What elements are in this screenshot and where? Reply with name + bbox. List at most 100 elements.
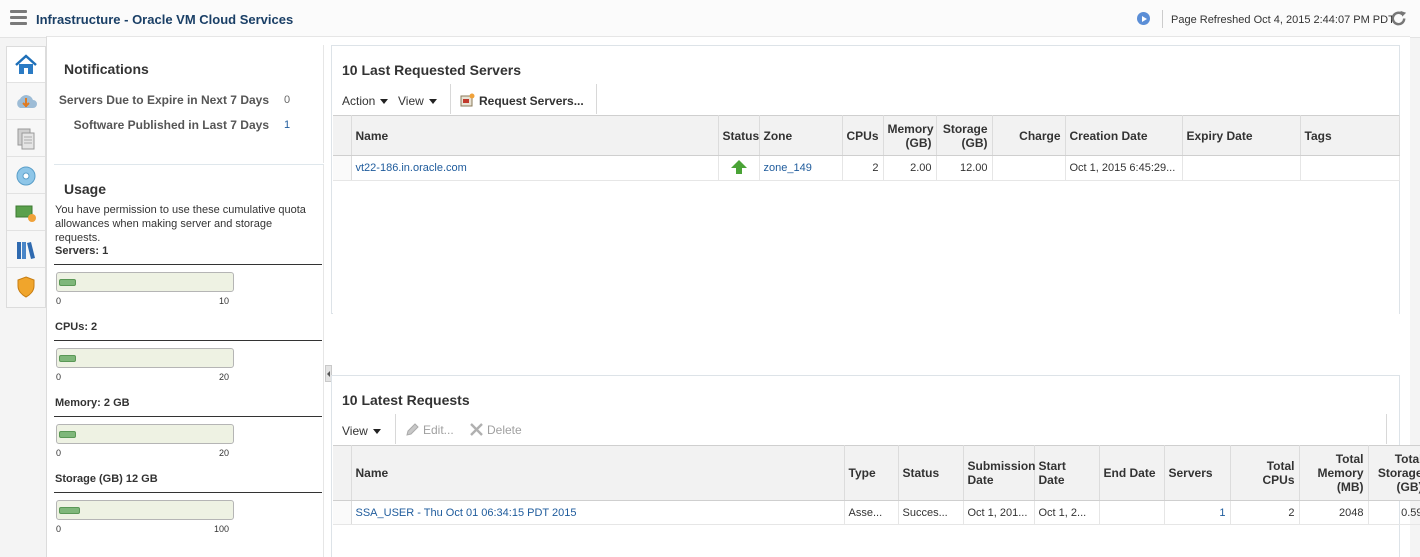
row-selector-header <box>333 115 352 156</box>
refresh-timestamp: Page Refreshed Oct 4, 2015 2:44:07 PM PD… <box>1171 14 1395 26</box>
row-selector-header <box>333 445 352 501</box>
charge-cell <box>992 155 1066 181</box>
delete-label: Delete <box>487 423 522 437</box>
column-header-total-memory[interactable]: Total Memory (MB) <box>1299 445 1369 501</box>
column-header-submission-date[interactable]: Submission Date <box>963 445 1036 501</box>
usage-panel: Usage You have permission to use these c… <box>54 164 324 557</box>
column-header-end-date[interactable]: End Date <box>1099 445 1165 501</box>
column-header-total-cpus[interactable]: Total CPUs <box>1230 445 1300 501</box>
column-header-name[interactable]: Name <box>351 445 845 501</box>
view-menu-label: View <box>342 424 368 438</box>
zone-link[interactable]: zone_149 <box>759 155 843 181</box>
expiry-date-cell <box>1182 155 1301 181</box>
home-icon[interactable] <box>7 47 45 83</box>
status-cell: Succes... <box>898 500 964 525</box>
request-servers-button[interactable]: Request Servers... <box>460 93 584 108</box>
view-menu-label: View <box>398 94 424 108</box>
play-icon[interactable] <box>1137 12 1150 25</box>
pencil-icon <box>406 423 419 436</box>
table-row[interactable]: SSA_USER - Thu Oct 01 06:34:15 PDT 2015 … <box>333 500 1420 525</box>
documents-icon[interactable] <box>7 121 45 157</box>
toolbar-divider <box>1386 414 1387 444</box>
action-menu[interactable]: Action <box>342 94 389 108</box>
usage-meter-max: 100 <box>213 524 229 534</box>
column-header-expiry-date[interactable]: Expiry Date <box>1182 115 1301 156</box>
total-storage-cell: 0.59 <box>1368 500 1420 525</box>
row-selector[interactable] <box>333 155 352 181</box>
column-header-cpus[interactable]: CPUs <box>842 115 884 156</box>
column-header-status[interactable]: Status <box>718 115 760 156</box>
servers-count-link[interactable]: 1 <box>1164 500 1231 525</box>
memory-cell: 2.00 <box>883 155 937 181</box>
edit-label: Edit... <box>423 423 454 437</box>
usage-meter-label: Storage (GB) 12 GB <box>55 473 158 485</box>
request-servers-icon <box>460 93 475 107</box>
server-name-link[interactable]: vt22-186.in.oracle.com <box>351 155 719 181</box>
usage-meter-label: Servers: 1 <box>55 245 109 257</box>
usage-description: You have permission to use these cumulat… <box>55 204 306 244</box>
view-menu[interactable]: View <box>398 94 437 108</box>
usage-meter-bar <box>56 272 234 292</box>
notifications-title: Notifications <box>64 61 149 77</box>
tags-cell <box>1300 155 1400 181</box>
refresh-icon[interactable] <box>1389 9 1408 28</box>
cloud-upload-icon[interactable] <box>7 84 45 120</box>
view-menu[interactable]: View <box>342 424 381 438</box>
start-date-cell: Oct 1, 2... <box>1034 500 1100 525</box>
servers-table: Name Status Zone CPUs Memory (GB) Storag… <box>333 115 1400 181</box>
requests-panel-title: 10 Latest Requests <box>342 392 470 408</box>
toolbar-divider <box>596 84 597 114</box>
chevron-down-icon <box>428 99 437 104</box>
servers-panel: 10 Last Requested Servers Action View Re… <box>331 45 1400 314</box>
shield-icon[interactable] <box>7 269 45 305</box>
usage-title: Usage <box>64 181 107 197</box>
usage-meter-bar <box>56 500 234 520</box>
request-servers-label: Request Servers... <box>479 94 584 108</box>
usage-meter-min: 0 <box>56 524 62 534</box>
up-arrow-icon <box>730 159 747 174</box>
column-header-storage[interactable]: Storage (GB) <box>936 115 993 156</box>
delete-icon <box>470 423 483 436</box>
toolbar-divider <box>450 84 451 114</box>
page-title: Infrastructure - Oracle VM Cloud Service… <box>36 12 294 27</box>
column-header-name[interactable]: Name <box>351 115 719 156</box>
delete-button[interactable]: Delete <box>470 423 522 437</box>
column-header-servers[interactable]: Servers <box>1164 445 1231 501</box>
library-icon[interactable] <box>7 232 45 268</box>
usage-meter-bar <box>56 348 234 368</box>
refresh-time: Oct 4, 2015 2:44:07 PM PDT <box>1253 14 1395 26</box>
notification-expiring-label: Servers Due to Expire in Next 7 Days <box>58 93 269 107</box>
notification-published-label: Software Published in Last 7 Days <box>73 118 269 132</box>
usage-meter-fill <box>59 355 76 362</box>
row-selector[interactable] <box>333 500 352 525</box>
column-header-total-storage[interactable]: Total Storage (GB) <box>1368 445 1420 501</box>
column-header-status[interactable]: Status <box>898 445 964 501</box>
column-header-tags[interactable]: Tags <box>1300 115 1400 156</box>
column-header-charge[interactable]: Charge <box>992 115 1066 156</box>
usage-meter-label: Memory: 2 GB <box>55 397 130 409</box>
column-header-start-date[interactable]: Start Date <box>1034 445 1100 501</box>
usage-meter-max: 20 <box>218 448 229 458</box>
servers-panel-title: 10 Last Requested Servers <box>342 62 521 78</box>
side-rail <box>6 46 46 308</box>
table-header-row: Name Status Zone CPUs Memory (GB) Storag… <box>333 115 1400 156</box>
top-bar: Infrastructure - Oracle VM Cloud Service… <box>0 0 1420 38</box>
column-header-creation-date[interactable]: Creation Date <box>1065 115 1183 156</box>
edit-button[interactable]: Edit... <box>406 423 454 437</box>
requests-table: Name Type Status Submission Date Start D… <box>333 445 1420 525</box>
toolbar-divider <box>395 414 396 444</box>
column-header-memory[interactable]: Memory (GB) <box>883 115 937 156</box>
notification-published-count[interactable]: 1 <box>284 119 290 131</box>
column-header-zone[interactable]: Zone <box>759 115 843 156</box>
total-memory-cell: 2048 <box>1299 500 1369 525</box>
usage-meter-fill <box>59 279 76 286</box>
type-cell: Asse... <box>844 500 899 525</box>
server-tags-icon[interactable] <box>7 195 45 231</box>
request-name-link[interactable]: SSA_USER - Thu Oct 01 06:34:15 PDT 2015 <box>351 500 845 525</box>
menu-icon[interactable] <box>10 10 27 30</box>
table-header-row: Name Type Status Submission Date Start D… <box>333 445 1420 501</box>
column-header-type[interactable]: Type <box>844 445 899 501</box>
creation-date-cell: Oct 1, 2015 6:45:29... <box>1065 155 1183 181</box>
disc-icon[interactable] <box>7 158 45 194</box>
table-row[interactable]: vt22-186.in.oracle.com zone_149 2 2.00 1… <box>333 155 1400 181</box>
